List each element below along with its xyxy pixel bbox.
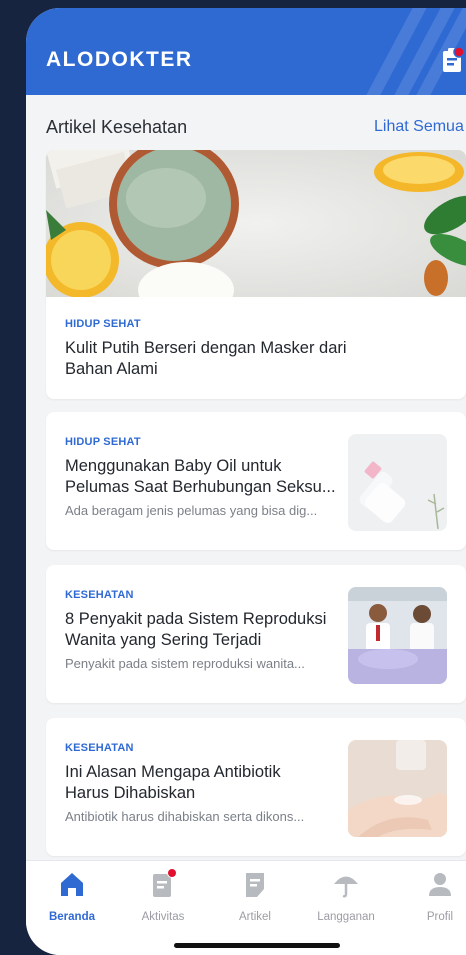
- article-title: Ini Alasan Mengapa Antibiotik Harus Diha…: [65, 763, 281, 802]
- article-category: HIDUP SEHAT: [65, 436, 141, 448]
- activity-icon: [149, 868, 177, 899]
- article-category: HIDUP SEHAT: [65, 318, 141, 330]
- nav-activity[interactable]: Aktivitas: [125, 868, 201, 923]
- notification-badge: [167, 868, 177, 878]
- nav-label: Beranda: [48, 911, 96, 923]
- article-card[interactable]: KESEHATAN Ini Alasan Mengapa Antibiotik …: [46, 718, 466, 856]
- nav-label: Artikel: [239, 911, 271, 923]
- section-title: Artikel Kesehatan: [46, 117, 188, 137]
- article-thumbnail: [348, 434, 447, 531]
- article-title: Menggunakan Baby Oil untuk Pelumas Saat …: [65, 457, 336, 496]
- nav-article[interactable]: Artikel: [217, 869, 293, 923]
- article-title: 8 Penyakit pada Sistem Reproduksi Wanita…: [65, 610, 327, 649]
- nav-label: Langganan: [317, 911, 375, 923]
- article-excerpt: Ada beragam jenis pelumas yang bisa dig.…: [65, 503, 318, 518]
- nav-label: Aktivitas: [141, 911, 185, 923]
- nav-home[interactable]: Beranda: [34, 869, 110, 923]
- nav-label: Profil: [426, 911, 454, 923]
- article-category: KESEHATAN: [65, 742, 134, 754]
- activity-clipboard-icon[interactable]: [442, 46, 465, 74]
- article-excerpt: Penyakit pada sistem reproduksi wanita..…: [65, 656, 305, 671]
- article-thumbnail: [348, 587, 447, 684]
- app-header: ALODOKTER: [26, 8, 466, 95]
- article-category: KESEHATAN: [65, 589, 134, 601]
- app-logo-text: ALODOKTER: [46, 48, 193, 71]
- person-icon: [426, 869, 454, 899]
- see-all-link[interactable]: Lihat Semua: [374, 118, 464, 136]
- featured-article-image: [46, 150, 466, 318]
- home-indicator: [174, 943, 340, 948]
- phone-screen: ALODOKTER Artikel Kesehatan Lihat Semua: [26, 8, 466, 955]
- umbrella-icon: [332, 869, 360, 899]
- nav-profile[interactable]: Profil: [402, 869, 466, 923]
- article-excerpt: Antibiotik harus dihabiskan serta dikons…: [65, 809, 305, 824]
- section-header: Artikel Kesehatan Lihat Semua: [26, 95, 466, 151]
- home-icon: [58, 869, 86, 899]
- nav-subscription[interactable]: Langganan: [308, 869, 384, 923]
- article-thumbnail: [348, 740, 447, 837]
- bottom-navigation: Beranda Aktivitas Artikel Langganan Prof…: [26, 860, 466, 955]
- article-card[interactable]: KESEHATAN 8 Penyakit pada Sistem Reprodu…: [46, 565, 466, 703]
- article-title: Kulit Putih Berseri dengan Masker dari B…: [65, 339, 347, 378]
- article-card[interactable]: HIDUP SEHAT Menggunakan Baby Oil untuk P…: [46, 412, 466, 550]
- article-icon: [241, 869, 269, 899]
- featured-article-card[interactable]: HIDUP SEHAT Kulit Putih Berseri dengan M…: [46, 150, 466, 399]
